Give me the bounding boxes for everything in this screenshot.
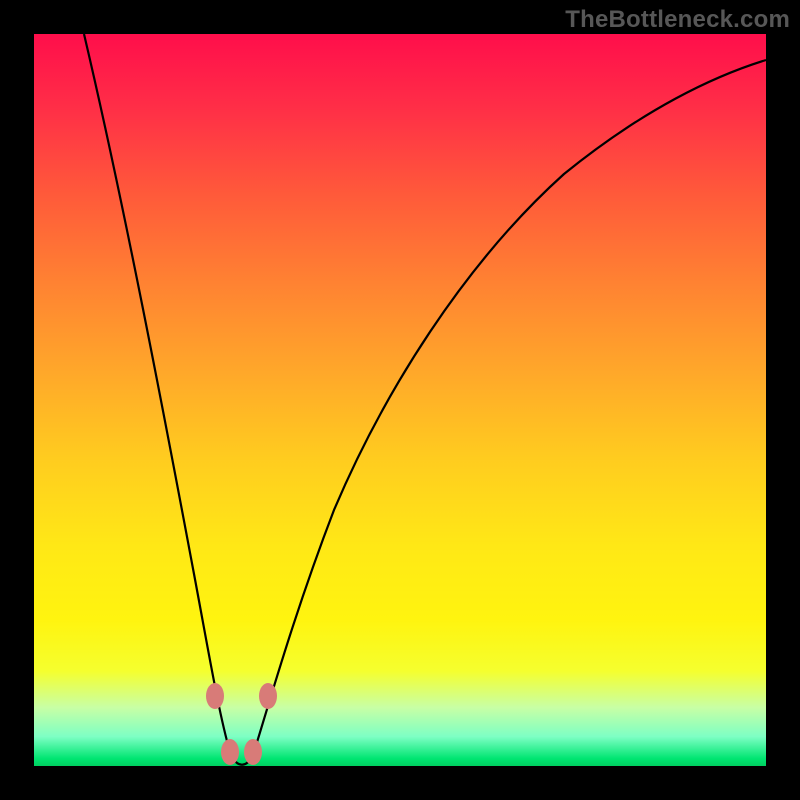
chart-svg bbox=[34, 34, 766, 766]
marker-group bbox=[206, 683, 277, 765]
bottleneck-chart bbox=[34, 34, 766, 766]
watermark-text: TheBottleneck.com bbox=[565, 6, 790, 34]
marker-right-upper bbox=[259, 683, 277, 709]
bottleneck-curve-path bbox=[84, 34, 766, 765]
marker-left-lower bbox=[221, 739, 239, 765]
marker-right-lower bbox=[244, 739, 262, 765]
marker-left-upper bbox=[206, 683, 224, 709]
